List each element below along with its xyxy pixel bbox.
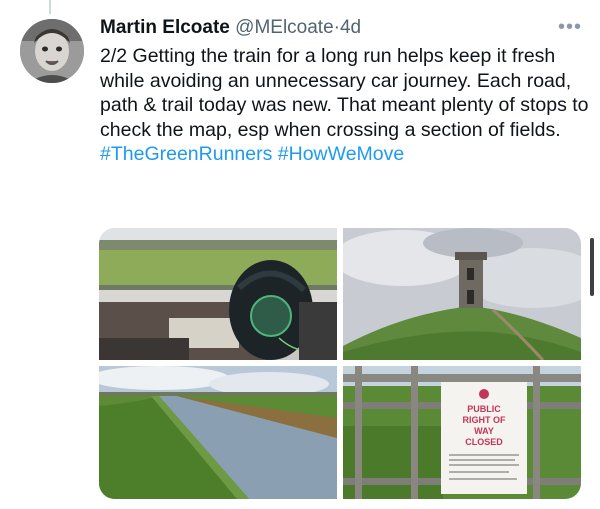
photo-river-bank[interactable]: [99, 366, 337, 499]
photo-hill-tower[interactable]: [343, 228, 581, 360]
scrollbar-thumb[interactable]: [590, 238, 594, 296]
photo-train-window[interactable]: [99, 228, 337, 360]
sign-line: WAY: [474, 426, 494, 436]
hashtag-link[interactable]: #HowWeMove: [278, 143, 404, 165]
hashtag-link[interactable]: #TheGreenRunners: [100, 143, 272, 165]
tweet-text: 2/2 Getting the train for a long run hel…: [100, 45, 589, 141]
author-name[interactable]: Martin Elcoate: [100, 17, 230, 38]
sign-line: PUBLIC: [467, 404, 501, 414]
media-grid: PUBLIC RIGHT OF WAY CLOSED: [99, 228, 581, 499]
timestamp[interactable]: 4d: [340, 17, 361, 38]
author-handle[interactable]: @MElcoate: [235, 17, 334, 38]
thread-connector-line: [49, 0, 51, 14]
sign-line: CLOSED: [465, 437, 503, 447]
tweet-body: 2/2 Getting the train for a long run hel…: [100, 44, 590, 167]
tweet-header: Martin Elcoate @MElcoate·4d: [100, 14, 580, 42]
photo-closed-sign[interactable]: PUBLIC RIGHT OF WAY CLOSED: [343, 366, 581, 499]
avatar[interactable]: [20, 19, 84, 83]
more-options-icon[interactable]: •••: [558, 16, 582, 39]
hashtag-list: #TheGreenRunners #HowWeMove: [100, 142, 590, 167]
sign-line: RIGHT OF: [463, 415, 506, 425]
